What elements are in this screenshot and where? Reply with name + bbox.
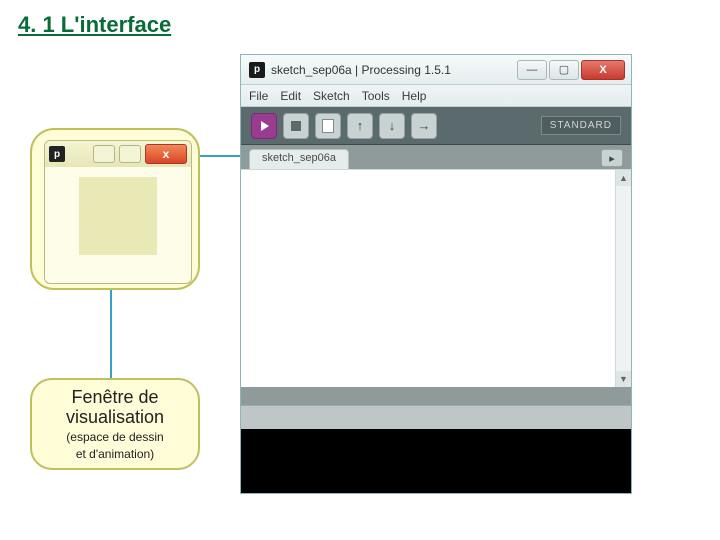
message-area xyxy=(241,405,631,429)
sketch-tab[interactable]: sketch_sep06a xyxy=(249,149,349,169)
callout-vertical-connector xyxy=(110,290,112,378)
processing-ide-window: p sketch_sep06a | Processing 1.5.1 — ▢ X… xyxy=(240,54,632,494)
code-editor[interactable]: ▲ ▼ xyxy=(241,169,631,387)
section-heading: 4. 1 L'interface xyxy=(18,12,171,38)
processing-app-icon: p xyxy=(249,62,265,78)
close-button[interactable]: X xyxy=(581,60,625,80)
processing-app-icon: p xyxy=(49,146,65,162)
mini-titlebar: p x xyxy=(45,141,191,167)
menu-tools[interactable]: Tools xyxy=(362,89,390,103)
sketch-output-window: p x xyxy=(44,140,192,284)
menu-bar: File Edit Sketch Tools Help xyxy=(241,85,631,107)
caption-subline: (espace de dessin xyxy=(66,431,163,445)
sketch-canvas xyxy=(79,177,157,255)
scroll-up-icon[interactable]: ▲ xyxy=(616,170,631,186)
save-button[interactable]: ↓ xyxy=(379,113,405,139)
maximize-icon[interactable] xyxy=(119,145,141,163)
vertical-scrollbar[interactable]: ▲ ▼ xyxy=(615,170,631,387)
run-button[interactable] xyxy=(251,113,277,139)
stop-button[interactable] xyxy=(283,113,309,139)
maximize-button[interactable]: ▢ xyxy=(549,60,579,80)
stop-icon xyxy=(291,121,301,131)
toolbar: ↑ ↓ → STANDARD xyxy=(241,107,631,145)
new-file-icon xyxy=(322,119,334,133)
tab-bar: sketch_sep06a ▸ xyxy=(241,145,631,169)
console-output xyxy=(241,429,631,493)
caption-subline: et d'animation) xyxy=(76,448,154,462)
open-icon: ↑ xyxy=(357,118,364,133)
menu-edit[interactable]: Edit xyxy=(280,89,301,103)
menu-file[interactable]: File xyxy=(249,89,268,103)
export-icon: → xyxy=(418,118,431,133)
minimize-button[interactable]: — xyxy=(517,60,547,80)
caption-line: Fenêtre de xyxy=(71,387,158,408)
preview-callout: p x xyxy=(30,128,200,290)
ide-titlebar: p sketch_sep06a | Processing 1.5.1 — ▢ X xyxy=(241,55,631,85)
mode-selector[interactable]: STANDARD xyxy=(541,116,621,135)
caption-callout: Fenêtre de visualisation (espace de dess… xyxy=(30,378,200,470)
caption-line: visualisation xyxy=(66,407,164,428)
window-title: sketch_sep06a | Processing 1.5.1 xyxy=(271,63,451,77)
export-button[interactable]: → xyxy=(411,113,437,139)
play-icon xyxy=(261,121,269,131)
new-button[interactable] xyxy=(315,113,341,139)
menu-sketch[interactable]: Sketch xyxy=(313,89,350,103)
minimize-icon[interactable] xyxy=(93,145,115,163)
close-icon[interactable]: x xyxy=(145,144,187,164)
save-icon: ↓ xyxy=(389,118,396,133)
menu-help[interactable]: Help xyxy=(402,89,427,103)
scroll-down-icon[interactable]: ▼ xyxy=(616,371,631,387)
tab-overflow-button[interactable]: ▸ xyxy=(601,149,623,167)
status-bar xyxy=(241,387,631,405)
open-button[interactable]: ↑ xyxy=(347,113,373,139)
